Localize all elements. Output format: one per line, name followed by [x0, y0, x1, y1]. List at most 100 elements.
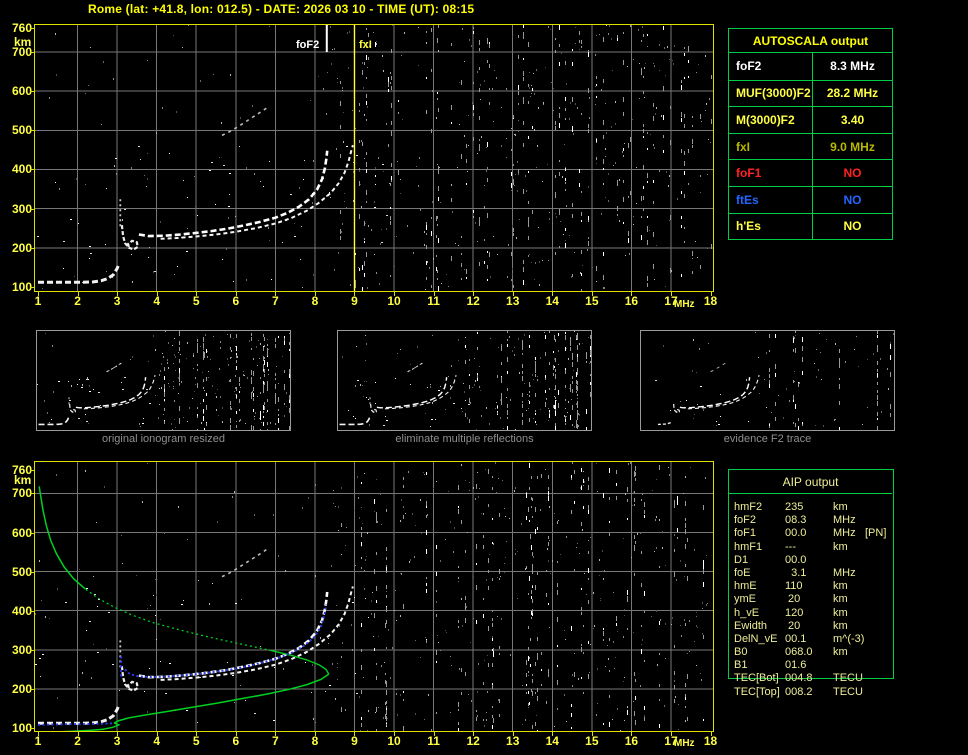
- x-tick-top: [710, 292, 712, 296]
- aip-param-label: hmE: [734, 580, 757, 593]
- aip-param-value: 00.0: [785, 553, 807, 566]
- x-tick-bot: [235, 732, 237, 736]
- fof2-marker-label: foF2: [296, 39, 320, 51]
- x-tick-label-bot: 5: [192, 734, 200, 748]
- y-tick-top: [30, 208, 35, 210]
- autoscala-param-label: MUF(3000)F2: [736, 86, 811, 101]
- aip-row-b1: B1 01.6: [728, 659, 904, 672]
- aip-param-label: hmF2: [734, 501, 763, 513]
- aip-param-unit: km: [833, 593, 848, 606]
- autoscala-table-rows: foF2 8.3 MHz MUF(3000)F2 28.2 MHz M(3000)F2 3…: [729, 53, 892, 240]
- panel-caption-3: evidence F2 trace: [723, 433, 812, 445]
- x-tick-top: [314, 292, 316, 296]
- aip-param-unit: MHz: [833, 514, 856, 527]
- panel-evidence-f2-trace: [640, 330, 895, 431]
- x-tick-label-bot: 13: [506, 734, 520, 748]
- aip-row-fof2: foF2 08.3 MHz: [728, 514, 904, 527]
- aip-param-unit: km: [833, 540, 848, 553]
- aip-param-label: TEC[Top]: [734, 685, 780, 698]
- y-tick-bot: [30, 610, 35, 612]
- aip-param-value: 3.1: [785, 566, 807, 579]
- y-tick-label-top: 760: [11, 21, 32, 36]
- page-title: Rome (lat: +41.8, lon: 012.5) - DATE: 20…: [88, 2, 475, 16]
- y-tick-label-top: 500: [11, 123, 32, 138]
- x-tick-label-top: 6: [232, 294, 240, 308]
- x-tick-label-top: 3: [113, 294, 121, 308]
- x-tick-label-bot: 9: [351, 734, 358, 748]
- x-tick-top: [117, 292, 119, 296]
- y-tick-bot: [30, 649, 35, 651]
- x-tick-label-top: 4: [153, 294, 161, 308]
- x-tick-label-bot: 14: [545, 734, 559, 748]
- aip-row-yme: ymE 20 km: [728, 593, 904, 606]
- aip-table-header: AIP output: [729, 470, 892, 494]
- y-tick-label-bot: 300: [11, 642, 32, 657]
- autoscala-row-m-3000-f2: M(3000)F2 3.40: [729, 106, 892, 133]
- x-tick-label-top: 15: [585, 294, 599, 308]
- aip-param-label: B1: [734, 659, 748, 672]
- panel-eliminate-reflections: [337, 330, 592, 431]
- aip-param-unit: TECU: [833, 685, 863, 698]
- y-tick-label-bot: 700: [11, 486, 32, 501]
- y-tick-label-top: 700: [11, 44, 32, 59]
- aip-param-label: foF1: [734, 527, 757, 540]
- aip-param-label: ymE: [734, 593, 756, 606]
- autoscala-param-label: foF2: [736, 59, 762, 74]
- x-tick-top: [156, 292, 158, 296]
- aip-param-value: 00.0: [785, 527, 807, 540]
- x-tick-label-bot: 11: [427, 734, 440, 748]
- y-tick-label-bot: 760: [11, 463, 32, 477]
- x-tick-label-bot: 16: [624, 734, 639, 748]
- x-tick-top: [512, 292, 514, 296]
- y-tick-label-bot: 500: [11, 564, 32, 579]
- autoscala-param-label: h'Es: [736, 219, 761, 234]
- x-tick-label-top: 16: [624, 294, 639, 308]
- y-tick-label-top: 600: [11, 84, 32, 99]
- aip-param-unit: MHz: [833, 566, 856, 579]
- x-tick-label-bot: 4: [153, 734, 161, 748]
- x-tick-bot: [394, 732, 396, 736]
- x-tick-bot: [552, 732, 554, 736]
- y-tick-label-top: 100: [11, 280, 32, 294]
- x-tick-bot: [117, 732, 119, 736]
- x-tick-bot: [354, 732, 356, 736]
- aip-param-note: [PN]: [865, 527, 887, 540]
- fxi-marker-label: fxI: [359, 39, 372, 51]
- x-tick-bot: [473, 732, 475, 736]
- x-tick-label-bot: 17: [664, 734, 678, 748]
- aip-param-label: DelN_vE: [734, 632, 778, 645]
- aip-param-label: Ewidth: [734, 619, 768, 632]
- aip-param-unit: km: [833, 606, 848, 619]
- aip-param-label: D1: [734, 553, 749, 566]
- autoscala-param-value: NO: [812, 213, 892, 240]
- x-tick-top: [354, 292, 356, 296]
- autoscala-param-value: 8.3 MHz: [812, 53, 892, 80]
- y-tick-label-bot: 100: [11, 721, 32, 735]
- aip-param-unit: km: [833, 501, 848, 513]
- x-tick-bot: [710, 732, 712, 736]
- x-tick-label-top: 8: [311, 294, 319, 308]
- autoscala-row-fxi: fxI 9.0 MHz: [729, 132, 892, 160]
- x-tick-top: [394, 292, 396, 296]
- panel-original-ionogram: [36, 330, 291, 431]
- aip-row-b0: B0 068.0 km: [728, 646, 904, 659]
- y-tick-bot: [30, 571, 35, 573]
- autoscala-row-h-es: h'Es NO: [729, 212, 892, 240]
- x-tick-label-bot: 1: [34, 734, 42, 748]
- aip-row-foe: foE 3.1 MHz: [728, 567, 904, 580]
- aip-param-label: foF2: [734, 514, 757, 527]
- y-tick-bot: [30, 532, 35, 534]
- aip-row-tec-top-: TEC[Top] 008.2 TECU: [728, 686, 904, 699]
- aip-param-value: 08.3: [785, 514, 807, 527]
- autoscala-param-value: 9.0 MHz: [812, 133, 892, 160]
- autoscala-param-label: fxI: [736, 139, 751, 154]
- aip-row-h-ve: h_vE 120 km: [728, 607, 904, 620]
- aip-param-label: B0: [734, 646, 748, 659]
- x-tick-label-top: 10: [387, 294, 401, 308]
- y-tick-top: [30, 51, 35, 53]
- aip-param-label: h_vE: [734, 606, 760, 619]
- aip-param-unit: MHz: [833, 527, 856, 540]
- x-tick-label-bot: 3: [113, 734, 121, 748]
- aip-param-value: 235: [785, 501, 804, 513]
- y-tick-label-bot: 400: [11, 603, 32, 618]
